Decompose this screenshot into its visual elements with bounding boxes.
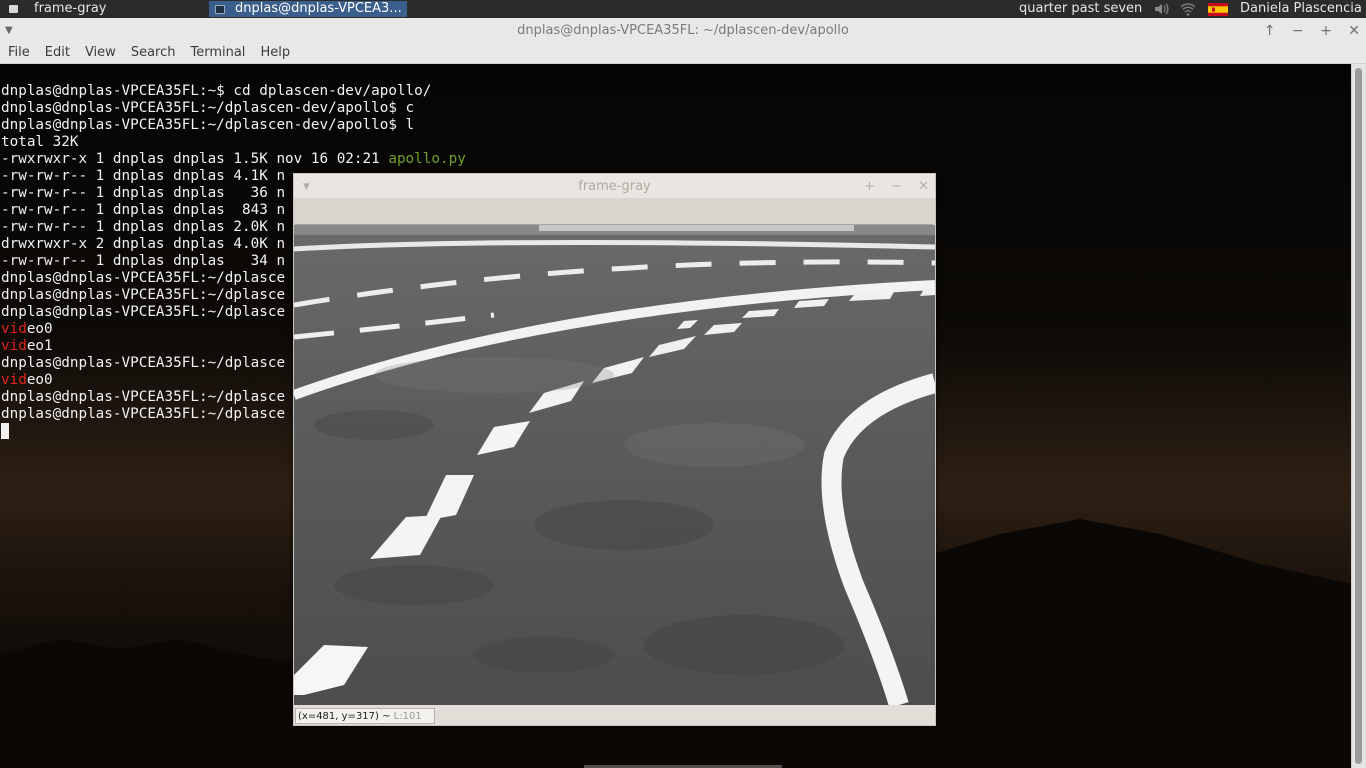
device-suffix: eo0 — [26, 321, 53, 337]
grep-match: vid — [1, 372, 27, 388]
grep-match: vid — [1, 321, 27, 337]
terminal-menubar: File Edit View Search Terminal Help — [0, 42, 1366, 64]
frame-gray-statusbar: (x=481, y=317) ~ L:101 — [294, 705, 935, 725]
pixel-readout: (x=481, y=317) ~ L:101 — [295, 708, 435, 724]
volume-icon[interactable] — [1153, 1, 1169, 19]
terminal-line: dnplas@dnplas-VPCEA35FL:~/dplascen-dev/a… — [1, 100, 415, 116]
cursor-coordinates: (x=481, y=317) ~ — [298, 711, 394, 722]
text-cursor — [1, 423, 9, 439]
device-suffix: eo0 — [26, 372, 53, 388]
terminal-titlebar[interactable]: ▼ dnplas@dnplas-VPCEA35FL: ~/dplascen-de… — [0, 18, 1366, 42]
device-suffix: eo1 — [26, 338, 53, 354]
maximize-icon[interactable]: + — [1320, 23, 1332, 39]
terminal-line: -rwxrwxr-x 1 dnplas dnplas 1.5K nov 16 0… — [1, 151, 466, 168]
scrollbar-thumb[interactable] — [1355, 68, 1362, 764]
top-panel: frame-gray dnplas@dnplas-VPCEA3... quart… — [0, 0, 1366, 19]
minimize-icon[interactable]: − — [891, 179, 902, 194]
shade-icon[interactable]: ↑ — [1264, 23, 1276, 39]
grayscale-road-frame[interactable] — [294, 225, 935, 705]
close-icon[interactable]: ✕ — [1348, 23, 1360, 39]
menu-file[interactable]: File — [0, 42, 37, 62]
frame-gray-window[interactable]: ▼ frame-gray + − ✕ (x=481, y=317) ~ L:10… — [293, 173, 936, 726]
terminal-scrollbar[interactable] — [1351, 64, 1366, 768]
menu-edit[interactable]: Edit — [37, 42, 77, 62]
grep-match: vid — [1, 338, 27, 354]
frame-gray-titlebar[interactable]: ▼ frame-gray + − ✕ — [294, 174, 935, 198]
user-name[interactable]: Daniela Plascencia — [1240, 0, 1362, 18]
terminal-line: total 32K — [1, 134, 79, 150]
window-icon — [9, 5, 18, 13]
menu-help[interactable]: Help — [252, 42, 297, 62]
clock[interactable]: quarter past seven — [1019, 0, 1142, 18]
window-menu-icon[interactable]: ▼ — [5, 18, 13, 44]
taskbar-item-label: frame-gray — [34, 1, 107, 16]
wifi-icon[interactable] — [1180, 1, 1196, 19]
frame-gray-title: frame-gray — [578, 179, 651, 194]
terminal-line: dnplas@dnplas-VPCEA35FL:~$ cd dplascen-d… — [1, 83, 432, 99]
road-image — [294, 225, 935, 705]
maximize-icon[interactable]: + — [864, 179, 875, 194]
terminal-icon — [215, 5, 225, 14]
taskbar-item-terminal[interactable]: dnplas@dnplas-VPCEA3... — [209, 1, 407, 17]
close-icon[interactable]: ✕ — [918, 179, 929, 194]
ls-entry-text: -rwxrwxr-x 1 dnplas dnplas 1.5K nov 16 0… — [1, 151, 389, 167]
executable-file-name: apollo.py — [388, 151, 466, 167]
taskbar-item-label: dnplas@dnplas-VPCEA3... — [235, 1, 402, 16]
menu-view[interactable]: View — [77, 42, 123, 62]
menu-search[interactable]: Search — [123, 42, 183, 62]
menu-terminal[interactable]: Terminal — [182, 42, 252, 62]
taskbar-item-frame-gray[interactable]: frame-gray — [3, 1, 199, 17]
terminal-line: dnplas@dnplas-VPCEA35FL:~/dplascen-dev/a… — [1, 117, 415, 133]
frame-gray-toolbar — [295, 198, 933, 225]
pixel-value: L:101 — [393, 711, 422, 722]
terminal-title: dnplas@dnplas-VPCEA35FL: ~/dplascen-dev/… — [517, 23, 849, 38]
window-menu-icon[interactable]: ▼ — [303, 174, 310, 200]
minimize-icon[interactable]: − — [1292, 23, 1304, 39]
